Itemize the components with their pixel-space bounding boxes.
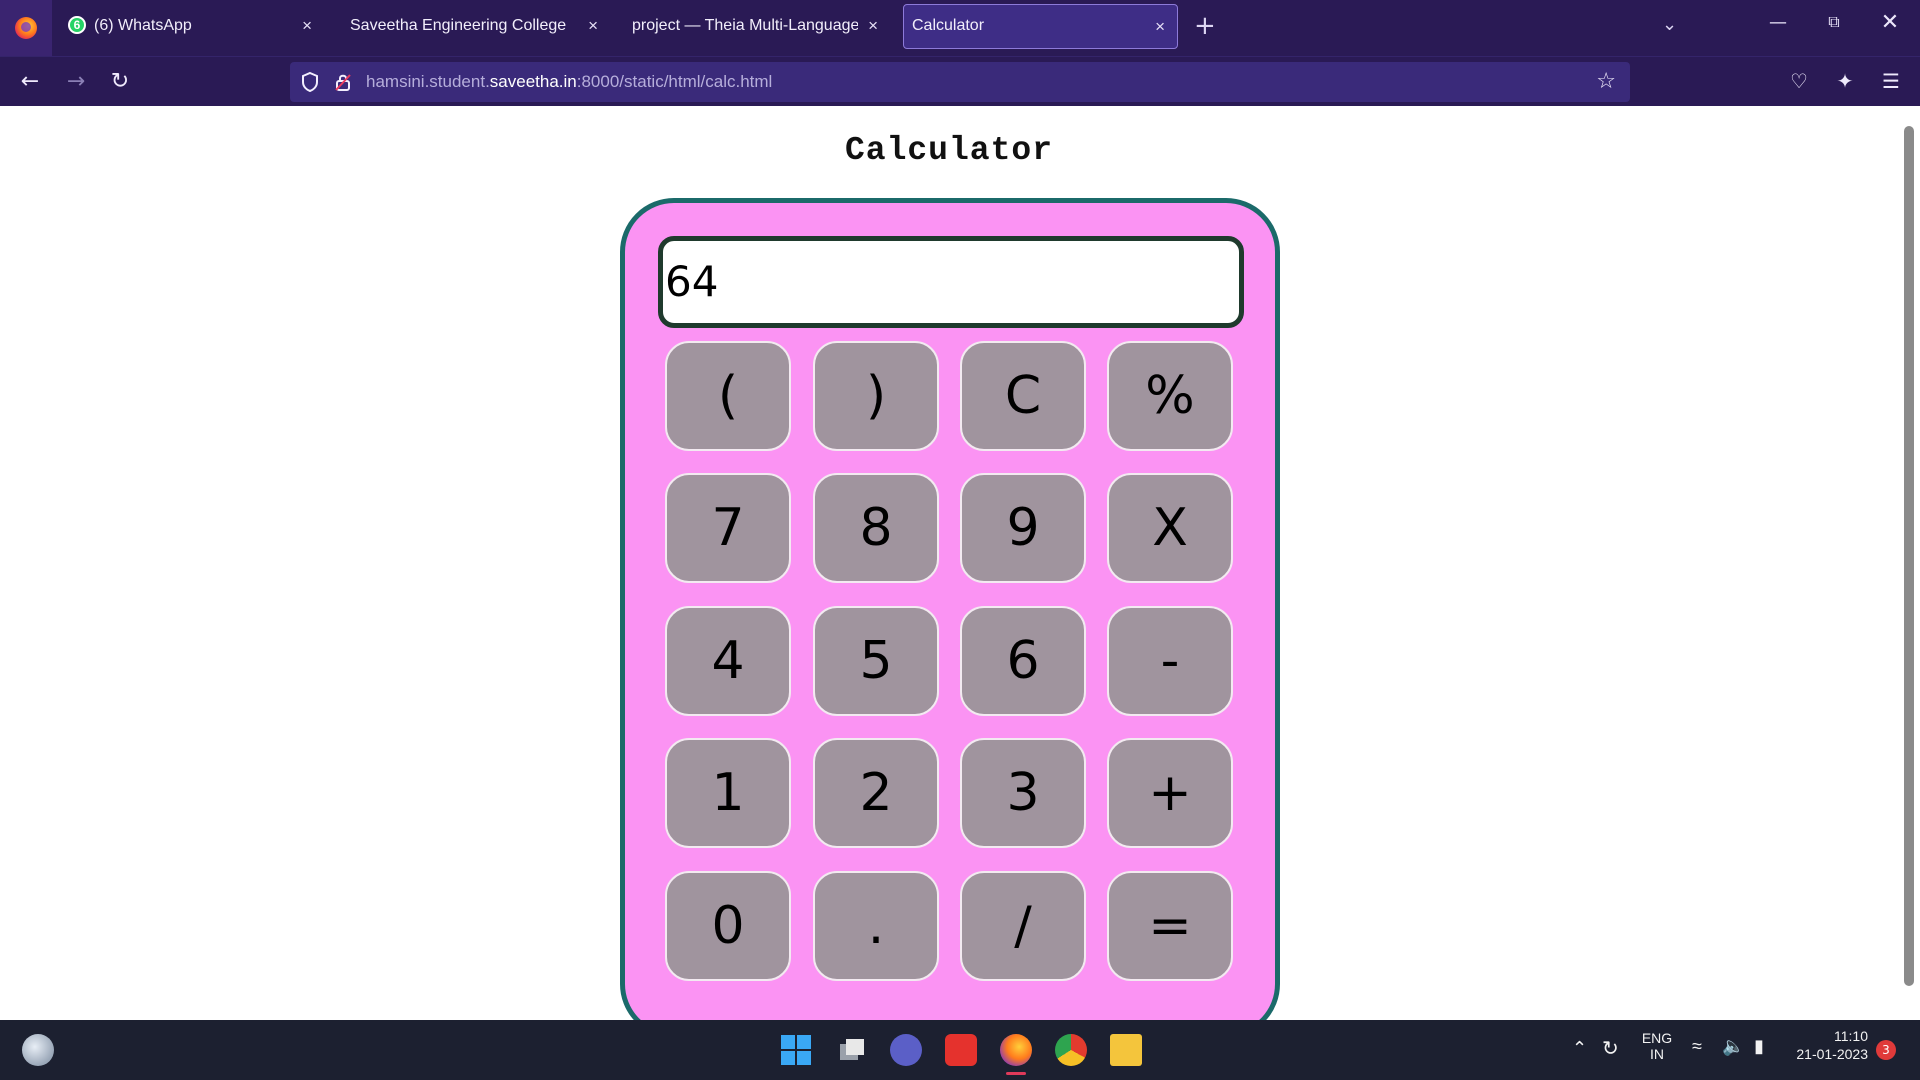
key-open-paren[interactable]: ( <box>665 341 791 451</box>
language-indicator[interactable]: ENG IN <box>1640 1030 1674 1062</box>
tab-title: (6) WhatsApp <box>94 17 192 34</box>
weather-icon[interactable] <box>22 1034 54 1066</box>
back-icon[interactable]: ← <box>16 68 44 96</box>
calculator-body: 64 ( ) C % 7 8 9 X 4 5 6 - 1 2 3 + 0 . /… <box>620 198 1280 1038</box>
tab-close-icon[interactable]: × <box>588 16 598 36</box>
tab-whatsapp[interactable]: 6 (6) WhatsApp × <box>56 4 324 49</box>
key-8[interactable]: 8 <box>813 473 939 583</box>
task-view-icon[interactable] <box>836 1034 868 1066</box>
close-window-icon[interactable]: ✕ <box>1870 10 1910 35</box>
tab-close-icon[interactable]: × <box>1155 17 1165 37</box>
key-decimal[interactable]: . <box>813 871 939 981</box>
firefox-menu-button[interactable] <box>0 0 52 56</box>
browser-nav-bar: ← → ↻ hamsini.student.saveetha.in:8000/s… <box>0 56 1920 106</box>
file-explorer-icon[interactable] <box>1110 1034 1142 1066</box>
key-percent[interactable]: % <box>1107 341 1233 451</box>
restore-icon[interactable]: ⧉ <box>1814 12 1854 32</box>
reload-icon[interactable]: ↻ <box>106 68 134 96</box>
teams-chat-icon[interactable] <box>890 1034 922 1066</box>
key-3[interactable]: 3 <box>960 738 1086 848</box>
url-suffix: :8000/static/html/calc.html <box>576 72 773 91</box>
pocket-icon[interactable]: ♡ <box>1784 69 1814 93</box>
url-text[interactable]: hamsini.student.saveetha.in:8000/static/… <box>366 72 772 92</box>
active-app-indicator <box>1006 1072 1026 1075</box>
tab-calculator[interactable]: Calculator × <box>903 4 1178 49</box>
firefox-icon <box>15 17 37 39</box>
key-clear[interactable]: C <box>960 341 1086 451</box>
new-tab-button[interactable]: + <box>1194 12 1216 40</box>
key-1[interactable]: 1 <box>665 738 791 848</box>
key-subtract[interactable]: - <box>1107 606 1233 716</box>
tab-saveetha[interactable]: Saveetha Engineering College × <box>336 4 610 49</box>
whatsapp-badge: 6 <box>68 16 86 34</box>
key-multiply[interactable]: X <box>1107 473 1233 583</box>
windows-taskbar: ⌃ ↻ ENG IN ≈ 🔈 ▮ 11:10 21-01-2023 <box>0 1020 1920 1080</box>
tab-title: Saveetha Engineering College <box>350 17 567 34</box>
forward-icon[interactable]: → <box>62 68 90 96</box>
tab-close-icon[interactable]: × <box>868 16 878 36</box>
key-0[interactable]: 0 <box>665 871 791 981</box>
key-6[interactable]: 6 <box>960 606 1086 716</box>
tab-title: project — Theia Multi-Language Ex <box>632 17 858 34</box>
key-2[interactable]: 2 <box>813 738 939 848</box>
clock[interactable]: 11:10 21-01-2023 <box>1788 1028 1868 1062</box>
tab-title: Calculator <box>912 17 985 34</box>
whatsapp-icon: 6 <box>68 16 94 34</box>
address-bar[interactable]: hamsini.student.saveetha.in:8000/static/… <box>290 62 1630 102</box>
url-prefix: hamsini.student. <box>366 72 490 91</box>
firefox-taskbar-icon[interactable] <box>1000 1034 1032 1066</box>
key-add[interactable]: + <box>1107 738 1233 848</box>
page-title: Calculator <box>844 132 1054 169</box>
region-code: IN <box>1650 1046 1664 1062</box>
sync-icon[interactable]: ↻ <box>1602 1036 1619 1061</box>
bookmark-star-icon[interactable]: ☆ <box>1596 69 1616 94</box>
language-code: ENG <box>1641 1030 1673 1046</box>
extensions-icon[interactable]: ✦ <box>1830 69 1860 93</box>
notification-badge[interactable]: 3 <box>1876 1040 1896 1060</box>
browser-tab-bar: 6 (6) WhatsApp × Saveetha Engineering Co… <box>0 0 1920 56</box>
key-equals[interactable]: = <box>1107 871 1233 981</box>
tab-list-chevron-icon[interactable]: ⌄ <box>1662 14 1677 35</box>
tab-close-icon[interactable]: × <box>302 16 312 36</box>
speaker-muted-icon[interactable]: 🔈 <box>1722 1036 1744 1057</box>
hamburger-menu-icon[interactable]: ☰ <box>1876 69 1906 93</box>
show-hidden-icons-chevron-icon[interactable]: ⌃ <box>1572 1038 1587 1059</box>
key-close-paren[interactable]: ) <box>813 341 939 451</box>
lock-icon[interactable] <box>334 72 352 92</box>
battery-icon[interactable]: ▮ <box>1754 1036 1764 1057</box>
key-4[interactable]: 4 <box>665 606 791 716</box>
anydesk-icon[interactable] <box>945 1034 977 1066</box>
chrome-icon[interactable] <box>1055 1034 1087 1066</box>
key-9[interactable]: 9 <box>960 473 1086 583</box>
page-scrollbar[interactable] <box>1904 126 1914 986</box>
minimize-icon[interactable]: — <box>1758 12 1798 33</box>
tab-theia-project[interactable]: project — Theia Multi-Language Ex × <box>618 4 890 49</box>
url-domain: saveetha.in <box>489 72 577 91</box>
windows-start-icon[interactable] <box>780 1034 812 1066</box>
key-7[interactable]: 7 <box>665 473 791 583</box>
clock-time: 11:10 <box>1834 1028 1868 1044</box>
web-page: Calculator 64 ( ) C % 7 8 9 X 4 5 6 - 1 … <box>0 106 1920 1038</box>
calculator-display[interactable]: 64 <box>658 236 1244 328</box>
wifi-icon[interactable]: ≈ <box>1692 1036 1702 1057</box>
shield-icon[interactable] <box>300 71 320 93</box>
key-divide[interactable]: / <box>960 871 1086 981</box>
key-5[interactable]: 5 <box>813 606 939 716</box>
clock-date: 21-01-2023 <box>1796 1046 1868 1062</box>
